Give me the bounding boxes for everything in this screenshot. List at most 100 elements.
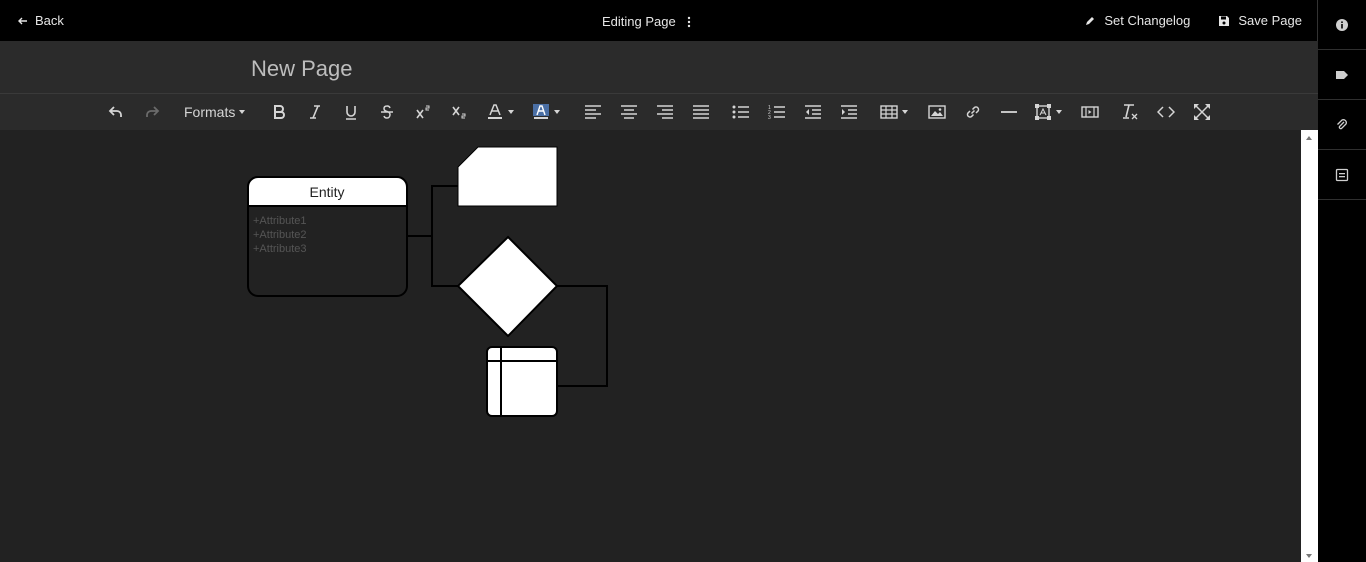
- entity-attribute: +Attribute2: [253, 229, 307, 241]
- insert-media-button[interactable]: [1080, 101, 1100, 123]
- align-left-button[interactable]: [584, 101, 602, 123]
- redo-button[interactable]: [142, 101, 162, 123]
- align-left-icon: [585, 105, 601, 119]
- caret-down-icon: [902, 110, 908, 114]
- undo-button[interactable]: [106, 101, 126, 123]
- align-center-button[interactable]: [620, 101, 638, 123]
- entity-attribute: +Attribute3: [253, 243, 307, 255]
- link-icon: [966, 106, 980, 118]
- editing-page-label: Editing Page: [602, 14, 676, 29]
- media-icon: [1081, 106, 1099, 118]
- info-icon: [1336, 18, 1348, 31]
- editor-toolbar: Formats 123: [0, 94, 1318, 130]
- decision-diamond-shape[interactable]: [456, 235, 559, 338]
- undo-icon: [108, 106, 122, 117]
- bullet-list-icon: [732, 105, 749, 119]
- sidebar-item-tags[interactable]: [1318, 50, 1366, 100]
- fullscreen-button[interactable]: [1192, 101, 1212, 123]
- horizontal-line-button[interactable]: [1000, 101, 1018, 123]
- set-changelog-button[interactable]: Set Changelog: [1084, 13, 1190, 28]
- clear-formatting-icon: [1123, 104, 1138, 120]
- bold-icon: [274, 105, 285, 119]
- arrow-left-icon: [18, 17, 27, 24]
- align-center-icon: [621, 105, 637, 119]
- source-code-button[interactable]: [1156, 101, 1176, 123]
- strikethrough-button[interactable]: [378, 101, 396, 123]
- justify-icon: [693, 105, 709, 119]
- italic-button[interactable]: [306, 101, 324, 123]
- outdent-button[interactable]: [804, 101, 822, 123]
- caret-down-icon: [1056, 110, 1062, 114]
- caret-down-icon: [508, 110, 514, 114]
- save-page-label: Save Page: [1238, 13, 1302, 28]
- editor-canvas[interactable]: Entity +Attribute1 +Attribute2 +Attribut…: [0, 130, 1301, 562]
- more-vertical-icon[interactable]: [684, 15, 694, 29]
- superscript-button[interactable]: [414, 101, 432, 123]
- image-icon: [928, 105, 946, 119]
- underline-button[interactable]: [342, 101, 360, 123]
- save-page-button[interactable]: Save Page: [1218, 13, 1302, 28]
- insert-image-button[interactable]: [928, 101, 946, 123]
- top-header: Back Editing Page Set Changelog Save Pag…: [0, 0, 1318, 41]
- page-title-input[interactable]: [251, 56, 851, 82]
- superscript-icon: [416, 105, 430, 119]
- insert-box-button[interactable]: [1034, 101, 1070, 123]
- sidebar-item-attachments[interactable]: [1318, 100, 1366, 150]
- bold-button[interactable]: [270, 101, 288, 123]
- diagram[interactable]: Entity +Attribute1 +Attribute2 +Attribut…: [0, 130, 1301, 562]
- scroll-down-icon[interactable]: [1306, 554, 1312, 558]
- underline-icon: [346, 106, 356, 120]
- entity-attribute: +Attribute1: [253, 215, 307, 227]
- right-sidebar: [1317, 0, 1366, 562]
- strikethrough-icon: [381, 105, 393, 119]
- bullet-list-button[interactable]: [732, 101, 750, 123]
- card-shape[interactable]: [457, 146, 558, 207]
- table-icon: [880, 105, 898, 119]
- floppy-disk-icon: [1219, 15, 1230, 26]
- sidebar-item-templates[interactable]: [1318, 150, 1366, 200]
- entity-title: Entity: [309, 184, 344, 200]
- caret-down-icon: [554, 110, 560, 114]
- scroll-up-icon[interactable]: [1306, 136, 1312, 140]
- fullscreen-icon: [1194, 104, 1210, 120]
- insert-box-icon: [1035, 104, 1051, 120]
- indent-icon: [841, 105, 857, 119]
- numbered-list-icon: 123: [768, 105, 785, 120]
- page-title-area: [0, 41, 1318, 94]
- template-icon: [1335, 168, 1349, 181]
- align-right-button[interactable]: [656, 101, 674, 123]
- entity-shape[interactable]: Entity +Attribute1 +Attribute2 +Attribut…: [247, 176, 408, 297]
- table-button[interactable]: [880, 101, 910, 123]
- tag-icon: [1336, 70, 1348, 79]
- numbered-list-button[interactable]: 123: [768, 101, 786, 123]
- italic-icon: [310, 105, 320, 119]
- vertical-scrollbar[interactable]: [1301, 130, 1318, 562]
- text-color-icon: [488, 104, 502, 119]
- caret-down-icon: [239, 110, 246, 114]
- text-color-button[interactable]: [486, 101, 522, 123]
- subscript-button[interactable]: [450, 101, 468, 123]
- set-changelog-label: Set Changelog: [1104, 13, 1191, 28]
- justify-button[interactable]: [692, 101, 710, 123]
- editing-page-title: Editing Page: [602, 14, 694, 29]
- align-right-icon: [657, 105, 673, 119]
- clear-formatting-button[interactable]: [1120, 101, 1140, 123]
- svg-text:3: 3: [768, 115, 771, 120]
- formats-dropdown[interactable]: Formats: [184, 101, 248, 123]
- back-button[interactable]: Back: [17, 13, 64, 28]
- code-icon: [1157, 106, 1175, 118]
- back-label: Back: [35, 13, 64, 28]
- subscript-icon: [452, 106, 466, 119]
- redo-icon: [146, 106, 160, 117]
- background-color-button[interactable]: [532, 101, 568, 123]
- internal-storage-shape[interactable]: [486, 346, 558, 417]
- pencil-icon: [1086, 16, 1095, 25]
- formats-label: Formats: [184, 104, 236, 120]
- indent-button[interactable]: [840, 101, 858, 123]
- background-color-icon: [533, 104, 549, 119]
- horizontal-line-icon: [1001, 111, 1017, 113]
- paperclip-icon: [1337, 118, 1347, 129]
- sidebar-item-info[interactable]: [1318, 0, 1366, 50]
- insert-link-button[interactable]: [964, 101, 982, 123]
- outdent-icon: [805, 105, 821, 119]
